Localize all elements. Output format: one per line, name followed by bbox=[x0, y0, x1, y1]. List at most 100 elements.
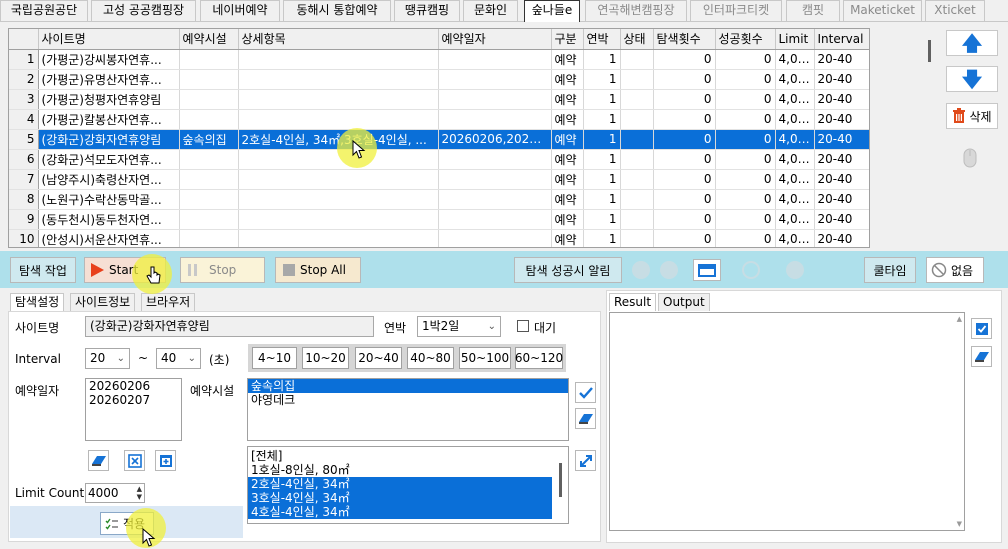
notify-option-icon[interactable] bbox=[742, 261, 760, 279]
date-item[interactable]: 20260206 bbox=[86, 379, 181, 393]
col-header-limit[interactable]: Limit bbox=[775, 29, 815, 50]
interval-preset-button[interactable]: 10~20 bbox=[302, 347, 349, 369]
table-row[interactable]: 3 (가평군)청평자연휴양림 예약 1 0 0 4,000 20-40 bbox=[9, 89, 869, 110]
site-grid[interactable]: 사이트명 예약시설 상세항목 예약일자 구분 연박 상태 탐색횟수 성공횟수 L… bbox=[8, 28, 870, 248]
room-item[interactable]: [전체] bbox=[248, 449, 552, 463]
tab-site-info[interactable]: 사이트정보 bbox=[70, 293, 136, 311]
row-number[interactable]: 6 bbox=[9, 149, 39, 170]
table-row[interactable]: 6 (강화군)석모도자연휴... 예약 1 0 0 4,000 20-40 bbox=[9, 149, 869, 170]
nights-select[interactable]: 1박2일 ⌄ bbox=[417, 316, 501, 337]
col-header-search-count[interactable]: 탐색횟수 bbox=[653, 29, 716, 50]
interval-preset-button[interactable]: 60~120 bbox=[515, 347, 563, 369]
col-header-facility[interactable]: 예약시설 bbox=[179, 29, 239, 50]
clear-result-button[interactable] bbox=[971, 346, 992, 367]
tab-xticket[interactable]: Xticket bbox=[925, 0, 985, 21]
tab-munhwain[interactable]: 문화인 bbox=[463, 0, 518, 21]
interval-to-select[interactable]: 40 ⌄ bbox=[156, 348, 201, 369]
result-textbox[interactable]: ▲ ▼ bbox=[609, 312, 965, 531]
table-row[interactable]: 8 (노원구)수락산동막골... 예약 1 0 0 4,000 20-40 bbox=[9, 189, 869, 210]
result-check-button[interactable] bbox=[971, 318, 992, 339]
date-item[interactable]: 20260207 bbox=[86, 393, 181, 407]
spinner-icon[interactable]: ▲ ▼ bbox=[137, 485, 142, 501]
tab-yeongok[interactable]: 연곡해변캠핑장 bbox=[585, 0, 687, 21]
col-header[interactable] bbox=[9, 29, 39, 50]
notify-option-icon[interactable] bbox=[660, 261, 678, 279]
wait-checkbox[interactable] bbox=[517, 320, 529, 332]
tab-campfit[interactable]: 캠핏 bbox=[786, 0, 840, 21]
erase-dates-button[interactable] bbox=[88, 450, 109, 471]
col-header-nights[interactable]: 연박 bbox=[583, 29, 621, 50]
col-header-date[interactable]: 예약일자 bbox=[438, 29, 552, 50]
facility-item[interactable]: 숲속의집 bbox=[248, 379, 568, 393]
col-header-site[interactable]: 사이트명 bbox=[38, 29, 180, 50]
row-number[interactable]: 7 bbox=[9, 169, 39, 190]
room-item[interactable]: 3호실-4인실, 34㎡ bbox=[248, 491, 552, 505]
col-header-success-count[interactable]: 성공횟수 bbox=[715, 29, 776, 50]
row-number[interactable]: 4 bbox=[9, 109, 39, 130]
select-all-facility-button[interactable] bbox=[575, 382, 596, 403]
window-notify-button[interactable] bbox=[693, 259, 721, 281]
tab-naver[interactable]: 네이버예약 bbox=[200, 0, 280, 21]
facility-item[interactable]: 야영데크 bbox=[248, 393, 568, 407]
tab-goseong[interactable]: 고성 공공캠핑장 bbox=[91, 0, 196, 21]
delete-button[interactable]: 삭제 bbox=[946, 103, 998, 129]
col-header-type[interactable]: 구분 bbox=[551, 29, 584, 50]
scroll-up-icon[interactable]: ▲ bbox=[957, 315, 962, 323]
row-number[interactable]: 10 bbox=[9, 229, 39, 247]
room-item[interactable]: 4호실-4인실, 34㎡ bbox=[248, 505, 552, 519]
add-date-button[interactable] bbox=[155, 450, 176, 471]
tab-search-settings[interactable]: 탐색설정 bbox=[10, 293, 65, 311]
tab-browser[interactable]: 브라우저 bbox=[141, 293, 196, 311]
row-number[interactable]: 5 bbox=[9, 129, 39, 150]
interval-from-select[interactable]: 20 ⌄ bbox=[85, 348, 130, 369]
expand-room-list-button[interactable] bbox=[575, 450, 596, 471]
date-list[interactable]: 20260206 20260207 bbox=[85, 378, 182, 441]
grid-scrollbar-thumb[interactable] bbox=[928, 40, 931, 62]
room-list[interactable]: [전체] 1호실-8인실, 80㎡ 2호실-4인실, 34㎡ 3호실-4인실, … bbox=[247, 446, 569, 524]
tab-supnadeul[interactable]: 숲나들e bbox=[524, 0, 580, 22]
tab-thankq[interactable]: 땡큐캠핑 bbox=[394, 0, 460, 21]
col-header-interval[interactable]: Interval bbox=[814, 29, 869, 50]
col-header-status[interactable]: 상태 bbox=[620, 29, 654, 50]
interval-preset-button[interactable]: 20~40 bbox=[355, 347, 402, 369]
remove-date-button[interactable] bbox=[124, 450, 145, 471]
interval-preset-button[interactable]: 4~10 bbox=[252, 347, 297, 369]
table-row[interactable]: 4 (가평군)칼봉산자연휴... 예약 1 0 0 4,000 20-40 bbox=[9, 109, 869, 130]
move-down-button[interactable]: 🡇 bbox=[946, 66, 998, 92]
site-name-field[interactable]: (강화군)강화자연휴양림 bbox=[85, 316, 374, 337]
success-count-cell: 0 bbox=[715, 89, 776, 110]
tab-result[interactable]: Result bbox=[609, 293, 657, 311]
tab-output[interactable]: Output bbox=[658, 293, 710, 311]
tab-maketicket[interactable]: Maketicket bbox=[843, 0, 922, 21]
row-number[interactable]: 9 bbox=[9, 209, 39, 230]
row-number[interactable]: 8 bbox=[9, 189, 39, 210]
table-row[interactable]: 1 (가평군)강씨봉자연휴... 예약 1 0 0 4,000 20-40 bbox=[9, 49, 869, 70]
interval-preset-button[interactable]: 50~100 bbox=[459, 347, 511, 369]
room-item[interactable]: 2호실-4인실, 34㎡ bbox=[248, 477, 552, 491]
notify-option-icon[interactable] bbox=[632, 261, 650, 279]
facility-list[interactable]: 숲속의집 야영데크 bbox=[247, 378, 569, 441]
room-item[interactable]: 1호실-8인실, 80㎡ bbox=[248, 463, 552, 477]
tab-knps[interactable]: 국립공원공단 bbox=[0, 0, 88, 21]
move-up-button[interactable]: 🡅 bbox=[946, 30, 998, 56]
scroll-down-icon[interactable]: ▼ bbox=[957, 520, 962, 528]
table-row[interactable]: 7 (남양주시)축령산자연... 예약 1 0 0 4,000 20-40 bbox=[9, 169, 869, 190]
notify-option-icon[interactable] bbox=[786, 261, 804, 279]
clear-facility-button[interactable] bbox=[575, 408, 596, 429]
table-row[interactable]: 9 (동두천시)동두천자연... 예약 1 0 0 4,000 20-40 bbox=[9, 209, 869, 230]
row-number[interactable]: 3 bbox=[9, 89, 39, 110]
table-row[interactable]: 10 (안성시)서운산자연휴... 예약 1 0 0 4,000 20-40 bbox=[9, 229, 869, 247]
cooltime-none-button[interactable]: 없음 bbox=[926, 257, 984, 283]
col-header-detail[interactable]: 상세항목 bbox=[238, 29, 439, 50]
stop-all-button[interactable]: Stop All bbox=[275, 257, 361, 283]
limit-count-field[interactable]: 4000 ▲ ▼ bbox=[85, 483, 145, 503]
table-row[interactable]: 5 (강화군)강화자연휴양림 숲속의집 2호실-4인실, 34㎡,3호실-4인실, .… bbox=[9, 129, 869, 150]
row-number[interactable]: 2 bbox=[9, 69, 39, 90]
interval-preset-button[interactable]: 40~80 bbox=[407, 347, 454, 369]
table-row[interactable]: 2 (가평군)유명산자연휴... 예약 1 0 0 4,000 20-40 bbox=[9, 69, 869, 90]
tab-interpark[interactable]: 인터파크티켓 bbox=[690, 0, 782, 21]
tab-donghae[interactable]: 동해시 통합예약 bbox=[283, 0, 391, 21]
stop-button[interactable]: Stop bbox=[180, 257, 265, 283]
room-list-scrollbar[interactable] bbox=[559, 463, 562, 497]
row-number[interactable]: 1 bbox=[9, 49, 39, 70]
